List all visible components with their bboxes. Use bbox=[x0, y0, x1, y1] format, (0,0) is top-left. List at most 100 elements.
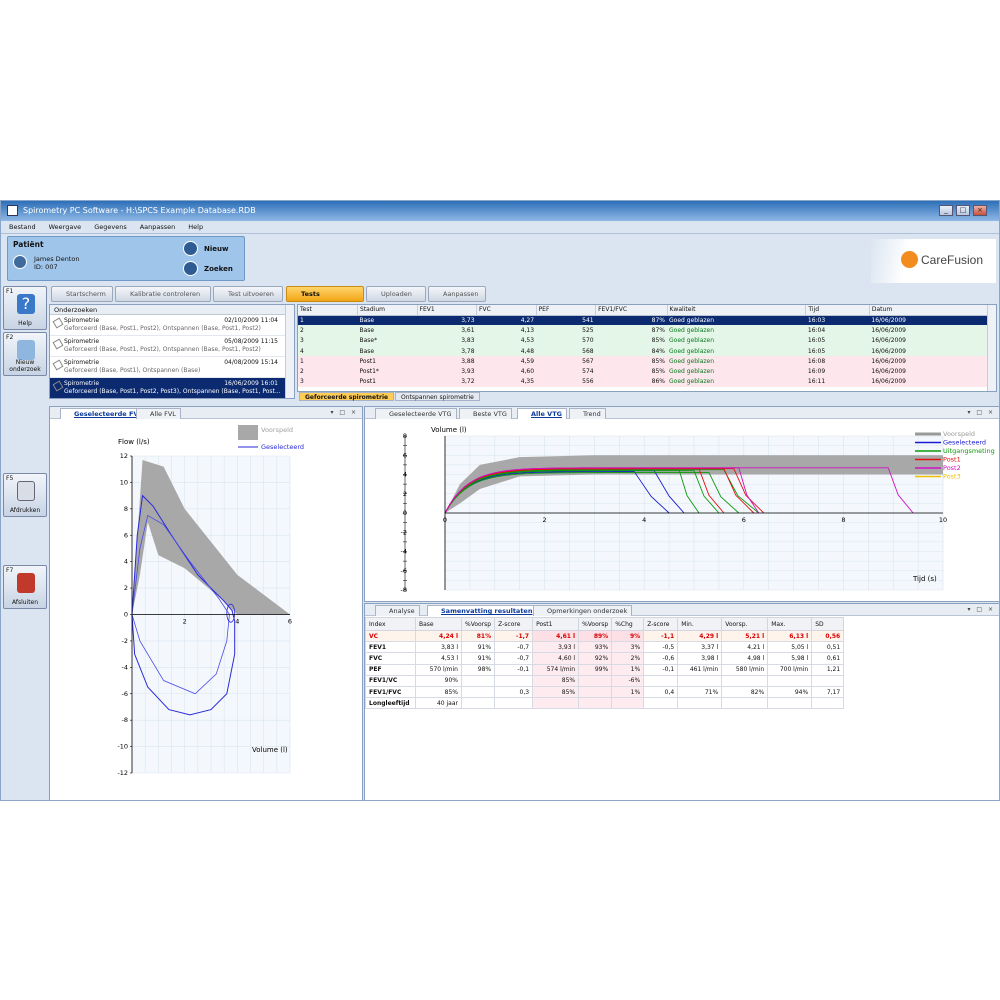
menu-bar: Bestand Weergave Gegevens Aanpassen Help bbox=[1, 221, 999, 234]
table-row[interactable]: 3 Base* 3,83 4,53 570 85% Goed geblazen 16:05 16… bbox=[298, 335, 989, 346]
table-cell bbox=[494, 697, 534, 710]
table-cell: -0,7 bbox=[494, 652, 534, 665]
table-cell: 700 l/min bbox=[767, 663, 813, 676]
y-tick-label: 2 bbox=[124, 584, 128, 592]
panel-window-controls[interactable]: ▾ □ × bbox=[967, 409, 995, 416]
tab-uploaden[interactable]: Uploaden bbox=[366, 286, 426, 302]
help-button[interactable]: F1? Help bbox=[3, 286, 47, 330]
table-row[interactable]: 2 Post1* 3,93 4,60 574 85% Goed geblazen 16:09 1… bbox=[298, 366, 989, 377]
close-icon[interactable]: × bbox=[973, 205, 987, 216]
table-cell: 3,73 bbox=[417, 315, 477, 326]
tab-all-fvl[interactable]: Alle FVL bbox=[136, 408, 181, 419]
legend-label: Uitgangsmeting bbox=[943, 447, 995, 455]
table-cell: 3 bbox=[298, 376, 358, 388]
table-row[interactable]: 4 Base 3,78 4,48 568 84% Goed geblazen 16:05 16/… bbox=[298, 345, 989, 357]
tab-startscherm[interactable]: Startscherm bbox=[51, 286, 113, 302]
new-test-button[interactable]: F2 Nieuw onderzoek bbox=[3, 332, 47, 376]
exit-button[interactable]: F7 Afsluiten bbox=[3, 565, 47, 609]
list-item[interactable]: Spirometrie Geforceerd (Base, Post1, Post… bbox=[50, 315, 294, 336]
tab-analyse[interactable]: Analyse bbox=[375, 605, 420, 616]
exit-icon bbox=[17, 573, 35, 593]
tab-relaxed-spirometry[interactable]: Ontspannen spirometrie bbox=[395, 392, 480, 401]
table-cell: 92% bbox=[578, 652, 613, 665]
table-cell: FVC bbox=[365, 652, 416, 665]
table-cell: Longleeftijd bbox=[365, 697, 416, 710]
tab-aanpassen[interactable]: Aanpassen bbox=[428, 286, 486, 302]
panel-window-controls[interactable]: ▾ □ × bbox=[967, 606, 995, 613]
item-subtitle: Geforceerd (Base, Post1, Post2, Post3), … bbox=[64, 388, 281, 395]
column-header[interactable]: FEV1 bbox=[417, 305, 478, 316]
table-cell: 87% bbox=[595, 325, 667, 336]
scrollbar[interactable] bbox=[285, 305, 294, 398]
table-cell: 16/06/2009 bbox=[869, 315, 989, 326]
table-cell: 9% bbox=[611, 629, 645, 643]
column-header[interactable]: PEF bbox=[536, 305, 597, 316]
table-row: FEV1/VC 90% 85% -6% bbox=[365, 674, 845, 687]
column-header[interactable]: FVC bbox=[476, 305, 537, 316]
table-cell: 5,05 l bbox=[767, 641, 813, 654]
menu-aanpassen[interactable]: Aanpassen bbox=[132, 221, 181, 231]
menu-bestand[interactable]: Bestand bbox=[1, 221, 41, 231]
tab-best-vtg[interactable]: Beste VTG bbox=[459, 408, 512, 419]
table-cell: 82% bbox=[721, 685, 769, 699]
new-test-icon bbox=[17, 340, 35, 360]
table-row: FVC 4,53 l 91% -0,7 4,60 l 92% 2% -0,6 3,98 l 4,9… bbox=[365, 652, 845, 665]
menu-help[interactable]: Help bbox=[180, 221, 208, 231]
tab-forced-spirometry[interactable]: Geforceerde spirometrie bbox=[299, 392, 395, 401]
scrollbar[interactable] bbox=[987, 305, 996, 391]
table-cell: 3,98 l bbox=[677, 652, 723, 665]
table-cell: 81% bbox=[460, 629, 496, 643]
table-cell: 16/06/2009 bbox=[869, 366, 989, 377]
table-row[interactable]: 1 Base 3,73 4,27 541 87% Goed geblazen 16:03 16/… bbox=[298, 315, 989, 326]
table-cell: Base* bbox=[357, 335, 418, 346]
search-patient-button[interactable]: Zoeken bbox=[183, 260, 241, 278]
column-header[interactable]: Test bbox=[298, 305, 359, 316]
table-cell bbox=[532, 697, 580, 710]
column-header[interactable]: Stadium bbox=[357, 305, 418, 316]
list-item[interactable]: Spirometrie Geforceerd (Base, Post1, Post… bbox=[50, 336, 294, 357]
table-cell: 4,60 bbox=[476, 366, 537, 377]
maximize-icon[interactable]: □ bbox=[956, 205, 970, 216]
table-cell: 85% bbox=[595, 356, 667, 367]
print-button[interactable]: F5 Afdrukken bbox=[3, 473, 47, 517]
list-item[interactable]: Spirometrie Geforceerd (Base, Post1), Ont… bbox=[50, 357, 294, 378]
column-header[interactable]: Tijd bbox=[805, 305, 870, 316]
tab-all-vtg[interactable]: Alle VTG bbox=[517, 408, 567, 419]
menu-weergave[interactable]: Weergave bbox=[41, 221, 87, 231]
panel-window-controls[interactable]: ▾ □ × bbox=[330, 409, 358, 416]
table-cell bbox=[811, 697, 845, 710]
column-header[interactable]: Kwaliteit bbox=[667, 305, 807, 316]
new-patient-button[interactable]: Nieuw bbox=[183, 240, 241, 258]
column-header: Min. bbox=[677, 617, 723, 631]
tab-selected-vtg[interactable]: Geselecteerde VTG bbox=[375, 408, 457, 419]
table-cell: 5,98 l bbox=[767, 652, 813, 665]
menu-gegevens[interactable]: Gegevens bbox=[86, 221, 132, 231]
table-cell bbox=[677, 697, 723, 710]
tab-remarks[interactable]: Opmerkingen onderzoek bbox=[533, 605, 633, 616]
list-item-selected[interactable]: Spirometrie Geforceerd (Base, Post1, Post… bbox=[50, 378, 294, 398]
tab-test-uitvoeren[interactable]: Test uitvoeren bbox=[213, 286, 283, 302]
x-axis-label: Tijd (s) bbox=[912, 575, 937, 583]
table-header: Test Stadium FEV1 FVC PEF FEV1/FVC Kwaliteit Ti… bbox=[298, 305, 990, 316]
table-row: VC 4,24 l 81% -1,7 4,61 l 89% 9% -1,1 4,29 l 5,21… bbox=[365, 629, 845, 643]
table-row[interactable]: 1 Post1 3,88 4,59 567 85% Goed geblazen 16:08 16… bbox=[298, 356, 989, 367]
table-row[interactable]: 3 Post1 3,72 4,35 556 86% Goed geblazen 16:11 16… bbox=[298, 376, 989, 388]
minimize-icon[interactable]: _ bbox=[939, 205, 953, 216]
table-cell: 16/06/2009 bbox=[869, 325, 989, 336]
tab-tests-beoordelen[interactable]: Tests beoordelen bbox=[286, 286, 364, 312]
table-row[interactable]: 2 Base 3,61 4,13 525 87% Goed geblazen 16:04 16/… bbox=[298, 325, 989, 336]
tab-selected-fvl[interactable]: Geselecteerde FVL bbox=[60, 408, 148, 419]
tab-kalibratie[interactable]: Kalibratie controleren bbox=[115, 286, 211, 302]
column-header[interactable]: FEV1/FVC bbox=[595, 305, 668, 316]
column-header[interactable]: Datum bbox=[869, 305, 990, 316]
table-cell: Base bbox=[357, 315, 418, 326]
table-cell bbox=[767, 697, 813, 710]
table-cell: 5,21 l bbox=[721, 629, 769, 643]
tab-trend[interactable]: Trend bbox=[569, 408, 606, 419]
table-cell bbox=[460, 697, 496, 710]
patient-id: ID: 007 bbox=[34, 263, 58, 271]
tab-summary-results[interactable]: Samenvatting resultaten bbox=[427, 605, 538, 616]
table-cell: 2 bbox=[298, 325, 358, 336]
table-cell: 85% bbox=[595, 335, 667, 346]
y-tick-label: -10 bbox=[117, 743, 128, 751]
